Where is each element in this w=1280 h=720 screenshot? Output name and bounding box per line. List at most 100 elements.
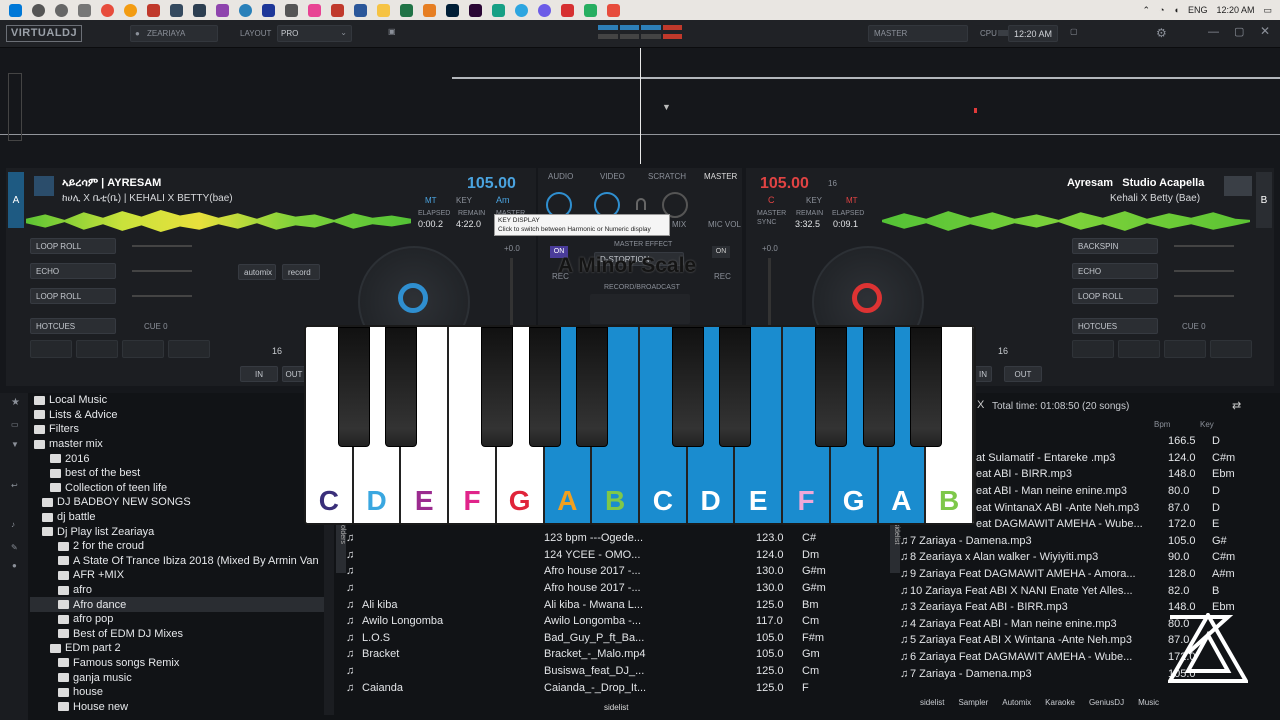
cortana-icon[interactable] [55,3,68,17]
automix-button[interactable]: automix [238,264,276,280]
tab-sampler[interactable]: Sampler [958,698,988,707]
tab-master[interactable]: MASTER [704,172,737,181]
star-icon[interactable]: ★ [11,397,20,408]
deck-waveform[interactable] [882,211,1250,231]
pad-1[interactable] [1072,340,1114,358]
fx-slider-2[interactable] [132,270,192,272]
photoshop-icon[interactable] [446,3,459,17]
app-icon[interactable] [170,3,183,17]
deck-letter-b[interactable]: B [1256,172,1272,228]
sidelist-row[interactable]: ♫ 9 Zariaya Feat DAGMAWIT AMEHA - Amora..… [898,566,1260,583]
filter-icon[interactable]: ▼ [11,440,19,449]
app-icon[interactable] [216,3,229,17]
app-icon[interactable] [538,3,551,17]
pad-2[interactable] [76,340,118,358]
piano-black-key[interactable] [814,327,847,447]
piano-black-key[interactable] [719,327,752,447]
fx-slot-1[interactable]: LOOP ROLL [30,238,116,254]
user-box[interactable]: ● ZEARIAYA [130,25,218,42]
piano-black-key[interactable] [862,327,895,447]
folder-item[interactable]: Collection of teen life [30,481,334,496]
rec-icon[interactable]: ▢ [1070,27,1078,36]
close-icon[interactable]: X [977,399,984,411]
fx-slot-2[interactable]: ECHO [30,263,116,279]
master-volume[interactable]: MASTER [868,25,968,42]
pad-4[interactable] [1210,340,1252,358]
app-icon[interactable] [423,3,436,17]
tab-geniusdj[interactable]: GeniusDJ [1089,698,1124,707]
table-row[interactable]: ♫ 123 bpm ---Ogede... 123.0 C# [346,530,886,547]
fx-slider-3[interactable] [1174,295,1234,297]
table-row[interactable]: ♫ Bracket Bracket_-_Malo.mp4 105.0 Gm [346,646,886,663]
app-icon[interactable] [262,3,275,17]
headphones-icon[interactable] [636,198,646,210]
piano-black-key[interactable] [910,327,943,447]
table-row[interactable]: ♫ Caianda Caianda_-_Drop_It... 125.0 F [346,679,886,696]
piano-black-key[interactable] [576,327,609,447]
folder-item[interactable]: dj battle [30,510,334,525]
fx-slider-1[interactable] [1174,245,1234,247]
waveform-overview[interactable]: ▼ [0,48,1280,164]
app-icon[interactable] [308,3,321,17]
tab-sidelist[interactable]: sidelist [920,698,944,707]
loop-out-button[interactable]: OUT [282,366,306,382]
app-icon[interactable] [331,3,344,17]
piano-black-key[interactable] [671,327,704,447]
chevron-up-icon[interactable]: ⌃ [1143,5,1151,16]
record-button[interactable]: record [282,264,320,280]
mt-button[interactable]: MT [425,196,437,205]
notifications-icon[interactable]: ▭ [1263,5,1272,16]
app-icon[interactable] [561,3,574,17]
table-row[interactable]: ♫ 124 YCEE - OMO... 124.0 Dm [346,547,886,564]
folder-item[interactable]: Dj Play list Zeariaya [30,524,334,539]
hotcues-select[interactable]: HOTCUES [1072,318,1158,334]
fx-slot-3[interactable]: LOOP ROLL [30,288,116,304]
folder-item[interactable]: best of the best [30,466,334,481]
minimize-icon[interactable]: — [1208,26,1219,38]
loop-size[interactable]: 16 [998,346,1008,356]
piano-black-key[interactable] [337,327,370,447]
firefox-icon[interactable] [124,3,137,17]
on-button-right[interactable]: ON [712,246,730,258]
folder-item[interactable]: ganja music [30,670,334,685]
network-icon[interactable]: ◔ [1159,5,1164,15]
tab-audio[interactable]: AUDIO [548,172,573,181]
folder-item[interactable]: House new [30,699,334,713]
folder-item[interactable]: A State Of Trance Ibiza 2018 (Mixed By A… [30,554,334,569]
loop-in-button[interactable]: IN [240,366,278,382]
monitor-icon[interactable]: ▭ [11,420,19,429]
search-icon[interactable] [32,3,45,17]
folder-item[interactable]: 2 for the croud [30,539,334,554]
note-icon[interactable]: ♪ [11,520,15,529]
start-icon[interactable] [9,3,22,17]
folder-item[interactable]: EDm part 2 [30,641,334,656]
language-indicator[interactable]: ENG [1188,5,1208,15]
piano-black-key[interactable] [528,327,561,447]
shuffle-icon[interactable]: ⇄ [1232,399,1241,412]
table-row[interactable]: ♫ Awilo Longomba Awilo Longomba -... 117.0 C… [346,613,886,630]
table-row[interactable]: ♫ Busiswa_feat_DJ_... 125.0 Cm [346,663,886,680]
folder-item[interactable]: Lists & Advice [30,408,334,423]
gear-icon[interactable]: ⚙ [1156,26,1167,40]
app-icon[interactable] [285,3,298,17]
fx-slider-2[interactable] [1174,270,1234,272]
table-row[interactable]: ♫ Ali kiba Ali kiba - Mwana L... 125.0 Bm [346,596,886,613]
folder-item[interactable]: afro pop [30,612,334,627]
pad-1[interactable] [30,340,72,358]
virtualdj-icon[interactable] [147,3,160,17]
app-icon[interactable] [607,3,620,17]
clock[interactable]: 12:20 AM [1216,5,1254,15]
back-icon[interactable]: ↩ [11,481,18,490]
deck-waveform[interactable] [26,210,411,232]
key-value[interactable]: C [768,195,775,205]
folder-item[interactable]: Famous songs Remix [30,656,334,671]
app-icon[interactable] [584,3,597,17]
pad-4[interactable] [168,340,210,358]
volume-icon[interactable]: ◖ [1174,5,1179,15]
sidelist-row[interactable]: ♫ 7 Zariaya - Damena.mp3 105.0 G# [898,533,1260,550]
hotcues-select[interactable]: HOTCUES [30,318,116,334]
excel-icon[interactable] [400,3,413,17]
pad-2[interactable] [1118,340,1160,358]
table-row[interactable]: ♫ Afro house 2017 -... 130.0 G#m [346,580,886,597]
explorer-icon[interactable] [377,3,390,17]
